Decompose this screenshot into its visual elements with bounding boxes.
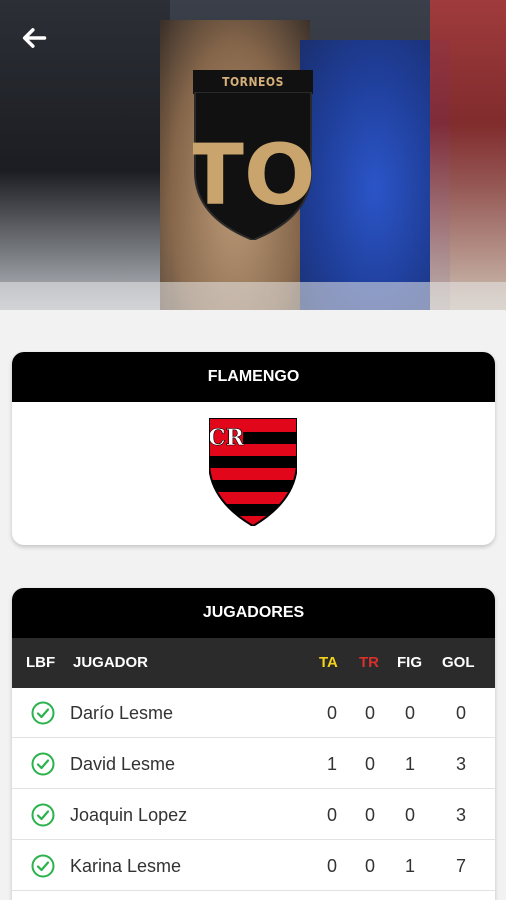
- players-table-header: LBF JUGADOR TA TR FIG GOL: [12, 638, 495, 688]
- logo-banner: TORNEOS OFFSIDE: [193, 70, 313, 113]
- player-tr: 0: [364, 805, 375, 825]
- header-player: JUGADOR: [73, 654, 149, 671]
- player-ta: 0: [326, 856, 337, 876]
- header-gol: GOL: [442, 654, 475, 671]
- player-name: David Lesme: [70, 754, 176, 774]
- player-ta: 0: [326, 703, 337, 723]
- back-button[interactable]: [20, 24, 52, 56]
- player-ta: 1: [326, 754, 337, 774]
- header-ta: TA: [319, 654, 338, 671]
- players-title: JUGADORES: [12, 588, 495, 638]
- player-name: Joaquin Lopez: [70, 805, 188, 825]
- tournament-logo: TORNEOS OFFSIDE TO: [193, 70, 313, 240]
- table-row[interactable]: Darío Lesme 0 0 0 0: [12, 688, 495, 738]
- header-tr: TR: [359, 654, 379, 671]
- check-circle-icon: [31, 803, 55, 827]
- player-fig: 0: [404, 703, 415, 723]
- hero-photo-part: [300, 40, 450, 310]
- player-fig: 0: [404, 805, 415, 825]
- table-row[interactable]: David Lesme 1 0 1 3: [12, 739, 495, 789]
- team-card: FLAMENGO CR CR: [12, 352, 495, 545]
- player-gol: 3: [455, 805, 466, 825]
- player-name: Karina Lesme: [70, 856, 182, 876]
- table-row[interactable]: Karina Lesme 0 0 1 7: [12, 841, 495, 891]
- check-circle-icon: [31, 701, 55, 725]
- player-tr: 0: [364, 856, 375, 876]
- player-fig: 1: [404, 754, 415, 774]
- table-row[interactable]: Joaquin Lopez 0 0 0 3: [12, 790, 495, 840]
- player-tr: 0: [364, 754, 375, 774]
- hero-banner: TORNEOS OFFSIDE TO: [0, 0, 506, 310]
- hero-photo-part: [430, 0, 506, 310]
- header-lbf: LBF: [26, 654, 56, 671]
- logo-letters: TO: [193, 126, 313, 224]
- logo-shield: TO: [193, 92, 313, 240]
- player-gol: 7: [455, 856, 466, 876]
- check-circle-icon: [31, 854, 55, 878]
- arrow-left-icon: [22, 28, 47, 48]
- hero-photo-part: [0, 282, 506, 310]
- check-circle-icon: [31, 752, 55, 776]
- team-title: FLAMENGO: [12, 352, 495, 402]
- team-crest: CR CR: [209, 418, 297, 526]
- player-fig: 1: [404, 856, 415, 876]
- player-gol: 0: [455, 703, 466, 723]
- player-name: Darío Lesme: [70, 703, 174, 723]
- players-card: JUGADORES LBF JUGADOR TA TR FIG GOL Darí…: [12, 588, 495, 900]
- player-tr: 0: [364, 703, 375, 723]
- player-gol: 3: [455, 754, 466, 774]
- player-ta: 0: [326, 805, 337, 825]
- svg-text:CR: CR: [209, 425, 245, 451]
- header-fig: FIG: [397, 654, 422, 671]
